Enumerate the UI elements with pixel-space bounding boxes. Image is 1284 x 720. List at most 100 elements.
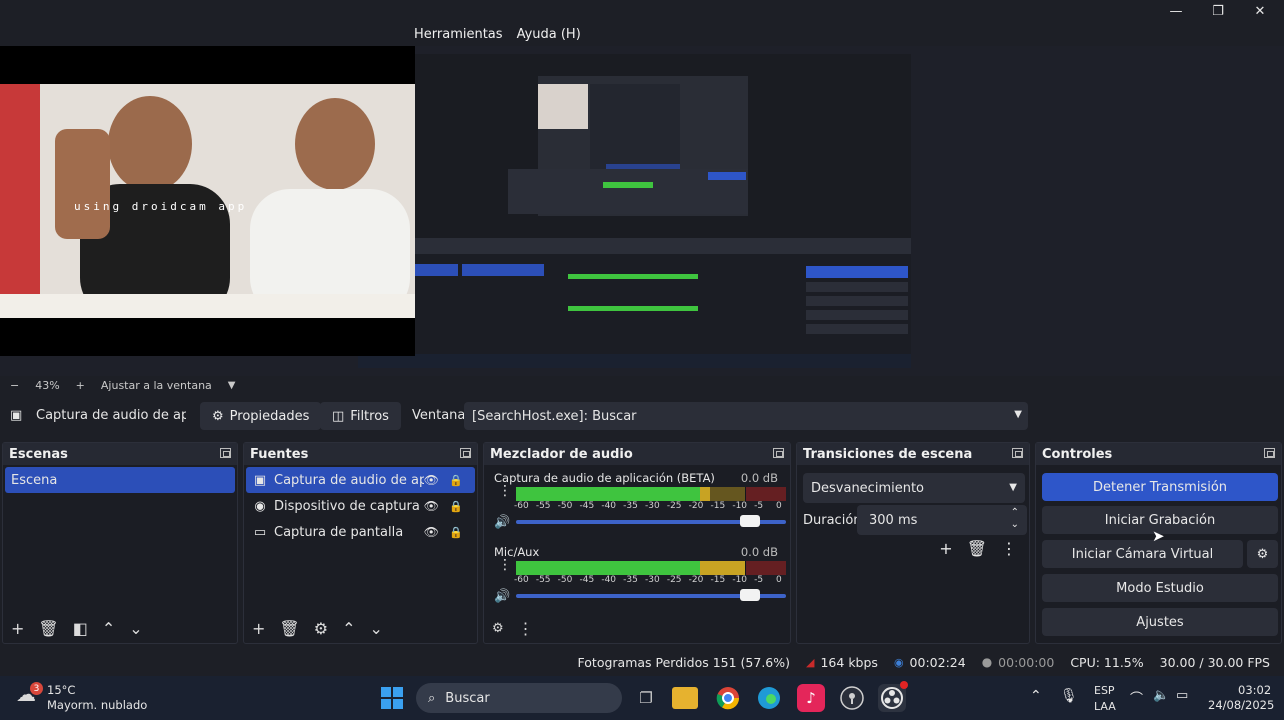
source-item[interactable]: ◉ Dispositivo de captura de v 👁 🔒 xyxy=(246,493,475,519)
spin-down-icon[interactable]: ⌄ xyxy=(1011,519,1019,530)
lock-icon[interactable]: 🔒 xyxy=(449,474,463,487)
weather-badge: 3 xyxy=(30,682,43,695)
location-icon xyxy=(840,686,864,710)
add-icon[interactable]: + xyxy=(252,619,265,638)
scenes-title: Escenas xyxy=(3,443,237,465)
clock-date[interactable]: 24/08/2025 xyxy=(1208,698,1274,712)
stop-stream-button[interactable]: Detener Transmisión xyxy=(1042,473,1278,501)
status-bar: Fotogramas Perdidos 151 (57.6%) ◢ 164 kb… xyxy=(0,648,1284,676)
volume-slider-knob[interactable] xyxy=(740,589,760,601)
virtual-camera-settings-button[interactable]: ⚙ xyxy=(1247,540,1278,568)
weather-widget[interactable]: ☁ 3 xyxy=(16,682,44,710)
microphone-icon[interactable]: 🎙 xyxy=(1060,688,1078,704)
eye-icon[interactable]: 👁 xyxy=(424,473,439,487)
spin-up-icon[interactable]: ⌃ xyxy=(1011,507,1019,518)
scene-item[interactable]: Escena xyxy=(5,467,235,493)
speaker-icon[interactable]: 🔈 xyxy=(1153,688,1169,703)
monitor-icon: ▭ xyxy=(253,524,267,540)
virtual-camera-button[interactable]: Iniciar Cámara Virtual xyxy=(1042,540,1243,568)
volume-slider-knob[interactable] xyxy=(740,515,760,527)
tiktok-button[interactable]: ♪ xyxy=(797,684,825,712)
menu-ayuda[interactable]: Ayuda (H) xyxy=(517,27,581,42)
preview-area[interactable]: using droidcam app xyxy=(0,46,1284,376)
meter-tick-label: -60 xyxy=(514,575,529,585)
source-item-label: Captura de pantalla xyxy=(274,524,404,540)
trash-icon[interactable]: 🗑 xyxy=(967,539,987,558)
chevron-down-icon[interactable]: ⌄ xyxy=(369,619,382,638)
stream-icon: ◉ xyxy=(893,655,904,669)
meter-zone xyxy=(745,561,786,575)
close-button[interactable]: ✕ xyxy=(1238,0,1282,22)
undock-icon[interactable] xyxy=(773,448,784,458)
lock-icon[interactable]: 🔒 xyxy=(449,500,463,513)
battery-icon[interactable]: ▭ xyxy=(1176,688,1188,703)
preview-canvas[interactable] xyxy=(358,54,911,368)
add-icon[interactable]: + xyxy=(939,539,952,558)
clock-time[interactable]: 03:02 xyxy=(1238,683,1271,697)
kebab-menu-icon[interactable]: ⋮ xyxy=(1001,539,1017,558)
eye-icon[interactable]: 👁 xyxy=(424,525,439,539)
filter-icon[interactable]: ◧ xyxy=(73,619,88,638)
kebab-menu-icon[interactable]: ⋮ xyxy=(518,619,534,638)
zoom-dropdown-icon[interactable]: ▼ xyxy=(228,380,236,391)
meter-tick-label: -40 xyxy=(601,575,617,585)
trash-icon[interactable]: 🗑 xyxy=(279,619,299,638)
undock-icon[interactable] xyxy=(220,448,231,458)
edge-button[interactable] xyxy=(755,684,783,712)
start-button[interactable] xyxy=(378,684,406,712)
minimize-button[interactable]: — xyxy=(1154,0,1198,22)
language-indicator[interactable]: ESP xyxy=(1094,684,1115,697)
zoom-in-button[interactable]: + xyxy=(76,379,85,392)
obs-button[interactable] xyxy=(878,681,908,712)
filters-button[interactable]: ◫ Filtros xyxy=(320,402,401,430)
chevron-up-icon[interactable]: ⌃ xyxy=(1030,688,1042,704)
transition-select[interactable]: Desvanecimiento ▼ xyxy=(803,473,1025,503)
zoom-out-button[interactable]: − xyxy=(10,379,19,392)
meter-tick-label: -10 xyxy=(732,575,748,585)
menu-herramientas[interactable]: Herramientas xyxy=(414,27,503,42)
camera-feed: using droidcam app xyxy=(0,84,415,318)
undock-icon[interactable] xyxy=(1264,448,1275,458)
settings-button[interactable]: Ajustes xyxy=(1042,608,1278,636)
gear-icon[interactable]: ⚙ xyxy=(314,619,328,638)
duration-input[interactable]: 300 ms ⌃ ⌄ xyxy=(857,505,1027,535)
transitions-dock: Transiciones de escena Desvanecimiento ▼… xyxy=(796,442,1030,644)
chevron-down-icon[interactable]: ⌄ xyxy=(129,619,142,638)
task-view-button[interactable]: ❐ xyxy=(632,684,660,712)
source-item[interactable]: ▭ Captura de pantalla 👁 🔒 xyxy=(246,519,475,545)
kebab-menu-icon[interactable]: ⋮ xyxy=(498,484,512,498)
title-bar: — ❐ ✕ xyxy=(0,0,1284,22)
search-icon: ⌕ xyxy=(428,690,436,706)
source-item[interactable]: ▣ Captura de audio de aplica 👁 🔒 xyxy=(246,467,475,493)
studio-mode-button[interactable]: Modo Estudio xyxy=(1042,574,1278,602)
channel-db: 0.0 dB xyxy=(740,545,778,559)
lock-icon[interactable]: 🔒 xyxy=(449,526,463,539)
maps-button[interactable] xyxy=(838,684,866,712)
chevron-up-icon[interactable]: ⌃ xyxy=(102,619,115,638)
properties-button[interactable]: ⚙ Propiedades xyxy=(200,402,322,430)
recording-dot-icon xyxy=(900,681,908,689)
fit-window-label[interactable]: Ajustar a la ventana xyxy=(101,379,212,392)
chrome-button[interactable] xyxy=(714,684,742,712)
kebab-menu-icon[interactable]: ⋮ xyxy=(498,558,512,572)
speaker-icon[interactable]: 🔊 xyxy=(494,515,510,530)
chevron-up-icon[interactable]: ⌃ xyxy=(342,619,355,638)
undock-icon[interactable] xyxy=(460,448,471,458)
speaker-icon[interactable]: 🔊 xyxy=(494,589,510,604)
window-select[interactable]: [SearchHost.exe]: Buscar ▼ xyxy=(464,402,1028,430)
record-icon: ● xyxy=(981,655,993,669)
wifi-icon[interactable]: ⌒ xyxy=(1130,688,1143,707)
meter-level xyxy=(516,561,700,575)
undock-icon[interactable] xyxy=(1012,448,1023,458)
controls-title-text: Controles xyxy=(1042,446,1113,462)
mixer-channel: Mic/Aux 0.0 dB ⋮ -60 -55 -50 -45 -40 -35 -30 -2… xyxy=(484,539,790,613)
add-icon[interactable]: + xyxy=(11,619,24,638)
trash-icon[interactable]: 🗑 xyxy=(38,619,58,638)
eye-icon[interactable]: 👁 xyxy=(424,499,439,513)
source-item-label: Dispositivo de captura de v xyxy=(274,498,424,514)
restore-button[interactable]: ❐ xyxy=(1196,0,1240,22)
advanced-audio-icon[interactable]: ⚙ xyxy=(492,621,504,636)
keyboard-layout-indicator[interactable]: LAA xyxy=(1094,700,1116,713)
file-explorer-button[interactable] xyxy=(672,687,698,709)
taskbar-search[interactable]: ⌕ Buscar xyxy=(416,683,622,713)
